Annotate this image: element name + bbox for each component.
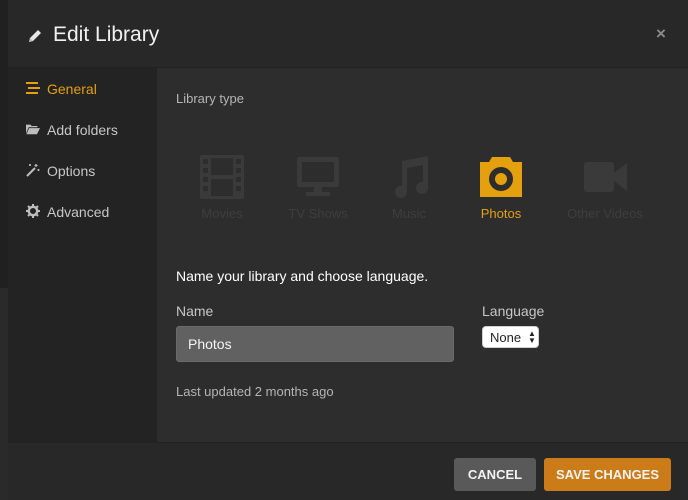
edit-library-dialog: Edit Library × General Add folders Optio… (8, 0, 688, 500)
library-type-label: Other Videos (567, 206, 643, 221)
name-field-label: Name (176, 303, 214, 319)
select-arrows-icon: ▲ ▼ (528, 329, 536, 345)
tv-icon (297, 157, 339, 196)
library-type-movies[interactable]: Movies (177, 154, 267, 224)
language-select-value: None (490, 330, 522, 345)
dialog-title: Edit Library (53, 23, 160, 46)
pencil-icon (29, 30, 41, 42)
sidebar-item-label: Options (47, 163, 96, 179)
library-type-tv-shows[interactable]: TV Shows (273, 154, 363, 224)
film-icon (200, 155, 244, 199)
dialog-footer: CANCEL SAVE CHANGES (8, 442, 688, 500)
folder-open-icon (26, 124, 40, 135)
name-language-prompt: Name your library and choose language. (176, 268, 429, 284)
library-type-label: TV Shows (288, 206, 348, 221)
general-panel: Library type Movies TV Shows Music Photo… (157, 68, 688, 442)
sidebar-item-general[interactable]: General (8, 70, 157, 106)
library-type-photos[interactable]: Photos (456, 154, 546, 224)
last-updated-text: Last updated 2 months ago (176, 384, 334, 399)
music-note-icon (395, 156, 428, 198)
library-type-label: Music (392, 206, 426, 221)
sidebar-item-label: Advanced (47, 204, 110, 220)
sidebar-item-options[interactable]: Options (8, 152, 157, 188)
close-icon[interactable]: × (656, 24, 666, 44)
save-changes-button[interactable]: SAVE CHANGES (544, 458, 671, 491)
sidebar-item-label: Add folders (47, 122, 118, 138)
library-type-label: Photos (480, 206, 522, 221)
library-type-label: Movies (201, 206, 243, 221)
library-type-other-videos[interactable]: Other Videos (550, 154, 660, 224)
gear-icon (26, 204, 40, 218)
library-type-picker: Movies TV Shows Music Photos Other Video… (176, 154, 676, 224)
library-name-input[interactable] (176, 326, 454, 362)
sidebar: General Add folders Options Advanced (8, 68, 157, 442)
library-type-music[interactable]: Music (364, 154, 454, 224)
backdrop-strip (0, 288, 8, 500)
list-icon (26, 82, 40, 94)
video-camera-icon (584, 162, 627, 192)
sidebar-item-label: General (47, 81, 97, 97)
sidebar-item-add-folders[interactable]: Add folders (8, 111, 157, 147)
language-select[interactable]: None ▲ ▼ (482, 326, 539, 348)
magic-wand-icon (26, 164, 40, 177)
cancel-button[interactable]: CANCEL (454, 458, 536, 491)
sidebar-item-advanced[interactable]: Advanced (8, 193, 157, 229)
camera-icon (480, 157, 522, 197)
library-type-label: Library type (176, 91, 244, 106)
language-field-label: Language (482, 303, 545, 319)
dialog-header: Edit Library × (8, 0, 688, 68)
